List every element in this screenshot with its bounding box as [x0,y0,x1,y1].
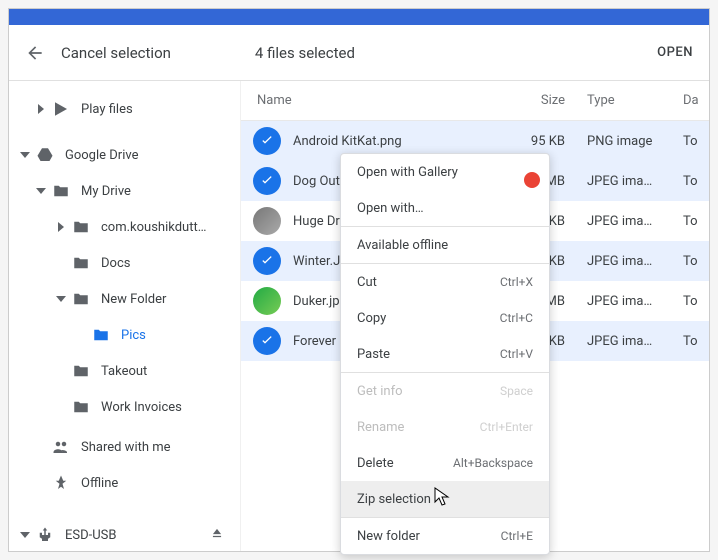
people-icon [51,437,71,457]
sidebar-item-takeout[interactable]: Takeout [9,353,240,389]
sidebar-label: Offline [81,476,118,491]
file-type: PNG image [579,134,679,149]
ctx-get-info: Get infoSpace [341,373,549,409]
folder-icon [71,397,91,417]
sidebar-item-play-files[interactable]: Play files [9,91,240,127]
ctx-new-folder[interactable]: New folderCtrl+E [341,518,549,554]
selection-count: 4 files selected [255,44,641,62]
sidebar-label: Work Invoices [101,400,182,415]
folder-icon [71,253,91,273]
ctx-available-offline[interactable]: Available offline [341,227,549,263]
ctx-open-gallery[interactable]: Open with Gallery [341,154,549,190]
folder-icon [91,325,111,345]
sidebar-label: Takeout [101,364,147,379]
check-icon [253,327,281,355]
file-thumbnail [253,287,281,315]
sidebar-item-esd-usb[interactable]: ESD-USB [9,517,240,551]
sidebar-item-new-folder[interactable]: New Folder [9,281,240,317]
file-date: To [679,134,709,149]
chevron-down-icon[interactable] [31,186,51,196]
cursor-icon [434,487,450,511]
col-type[interactable]: Type [579,93,679,108]
ctx-paste[interactable]: PasteCtrl+V [341,336,549,372]
cancel-selection-label[interactable]: Cancel selection [61,44,171,62]
ctx-rename: RenameCtrl+Enter [341,409,549,445]
file-date: To [679,294,709,309]
eject-icon[interactable] [210,526,224,544]
sidebar-item-docs[interactable]: Docs [9,245,240,281]
sidebar-label: Pics [121,328,146,343]
sidebar-label: New Folder [101,292,166,307]
chevron-down-icon[interactable] [15,530,35,540]
col-size[interactable]: Size [509,93,579,108]
topbar: Cancel selection 4 files selected OPEN [9,25,709,81]
open-button[interactable]: OPEN [657,45,693,60]
sidebar-label: My Drive [81,184,131,199]
file-date: To [679,334,709,349]
file-type: JPEG ima… [579,254,679,269]
column-headers: Name Size Type Da [241,81,709,121]
sidebar-label: Docs [101,256,130,271]
chevron-down-icon[interactable] [51,294,71,304]
titlebar [9,9,709,25]
file-date: To [679,254,709,269]
chevron-right-icon[interactable] [51,222,71,232]
file-type: JPEG ima… [579,334,679,349]
file-size: 95 KB [509,134,579,149]
sidebar-item-offline[interactable]: Offline [9,465,240,501]
chevron-down-icon[interactable] [15,150,35,160]
sidebar: Play files Google Drive My Drive com.kou… [9,81,241,551]
file-name: Android KitKat.png [293,134,509,149]
sidebar-label: ESD-USB [65,528,116,543]
back-arrow-icon[interactable] [25,43,45,63]
file-date: To [679,214,709,229]
check-icon [253,247,281,275]
col-name[interactable]: Name [241,93,509,108]
pin-icon [51,473,71,493]
file-thumbnail [253,207,281,235]
sidebar-label: com.koushikdutt… [101,220,206,235]
sidebar-label: Play files [81,102,133,117]
sidebar-label: Shared with me [81,440,171,455]
ctx-delete[interactable]: DeleteAlt+Backspace [341,445,549,481]
drive-icon [35,145,55,165]
usb-icon [35,525,55,545]
check-icon [253,167,281,195]
sidebar-item-shared[interactable]: Shared with me [9,429,240,465]
ctx-open-with[interactable]: Open with… [341,190,549,226]
file-type: JPEG ima… [579,294,679,309]
sidebar-item-work-invoices[interactable]: Work Invoices [9,389,240,425]
ctx-cut[interactable]: CutCtrl+X [341,264,549,300]
sidebar-item-pics[interactable]: Pics [9,317,240,353]
red-badge-icon [524,172,540,188]
sidebar-label: Google Drive [65,148,138,163]
sidebar-item-my-drive[interactable]: My Drive [9,173,240,209]
file-type: JPEG ima… [579,214,679,229]
sidebar-item-com-koushik[interactable]: com.koushikdutt… [9,209,240,245]
file-type: JPEG ima… [579,174,679,189]
play-icon [51,99,71,119]
chevron-right-icon[interactable] [31,104,51,114]
sidebar-item-google-drive[interactable]: Google Drive [9,137,240,173]
col-date[interactable]: Da [679,93,709,108]
folder-icon [71,361,91,381]
ctx-copy[interactable]: CopyCtrl+C [341,300,549,336]
check-icon [253,127,281,155]
folder-icon [71,217,91,237]
folder-icon [71,289,91,309]
folder-icon [51,181,71,201]
file-date: To [679,174,709,189]
